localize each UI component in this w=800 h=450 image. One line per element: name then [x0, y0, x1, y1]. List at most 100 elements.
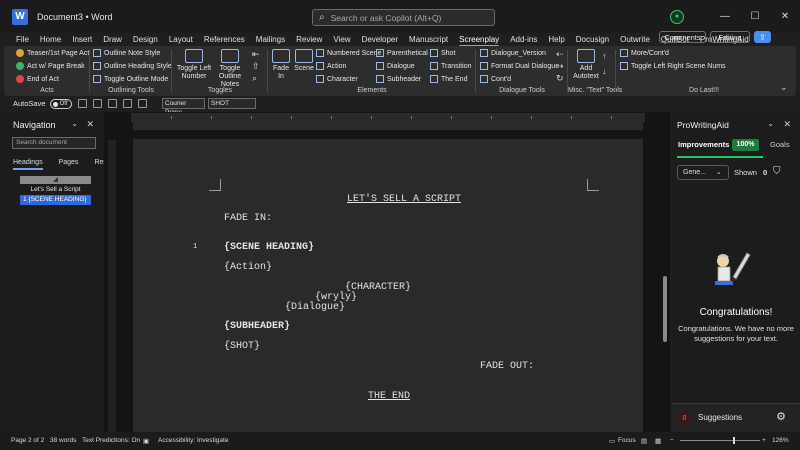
character-button[interactable]: Character — [316, 75, 358, 83]
vertical-ruler[interactable] — [108, 140, 116, 432]
tab-pages[interactable]: Pages — [59, 159, 79, 166]
tab-insert[interactable]: Insert — [72, 35, 92, 44]
outline-note-style-button[interactable]: Outline Note Style — [93, 49, 160, 57]
tab-improvements[interactable]: Improvements — [678, 140, 729, 149]
minimize-button[interactable]: — — [710, 11, 740, 22]
tab-file[interactable]: File — [16, 35, 29, 44]
tab-docusign[interactable]: Docusign — [576, 35, 609, 44]
navigation-search-input[interactable]: Search document — [12, 137, 96, 149]
add-autotext-button[interactable]: Add Autotext — [570, 49, 602, 81]
more-contd-button[interactable]: More/Cont'd — [620, 49, 669, 57]
collapse-headings-icon[interactable]: ◢ — [20, 176, 91, 184]
tab-add-ins[interactable]: Add-ins — [510, 35, 537, 44]
font-dropdown[interactable]: Courier Prime — [162, 98, 205, 116]
dialogue-version-button[interactable]: Dialogue_Version — [480, 49, 546, 57]
comments-button[interactable]: Comments — [659, 31, 706, 43]
tab-developer[interactable]: Developer — [362, 35, 398, 44]
act-page-break-button[interactable]: Act w/ Page Break — [16, 62, 85, 70]
close-icon[interactable]: ✕ — [86, 119, 94, 130]
share-icon[interactable]: ⇪ — [754, 31, 771, 43]
copilot-status-icon[interactable]: ● — [670, 9, 684, 24]
chevron-down-icon[interactable]: ⌄ — [71, 119, 78, 128]
tab-draw[interactable]: Draw — [103, 35, 122, 44]
tab-screenplay[interactable]: Screenplay — [459, 35, 500, 47]
arrow-down-icon[interactable]: ↓ — [602, 66, 607, 76]
copilot-search-box[interactable]: ⌕ Search or ask Copilot (Alt+Q) — [312, 9, 495, 26]
focus-button[interactable]: Focus — [618, 437, 636, 444]
transition-button[interactable]: Transition — [430, 62, 471, 70]
document-page[interactable]: LET'S SELL A SCRIPT FADE IN: 1 {SCENE HE… — [133, 139, 643, 432]
heading-item-selected[interactable]: 1 {SCENE HEADING} — [20, 195, 91, 205]
print-layout-icon[interactable]: ▦ — [655, 437, 661, 445]
outline-heading-style-button[interactable]: Outline Heading Style — [93, 62, 172, 70]
subheader-button[interactable]: Subheader — [376, 75, 421, 83]
toggle-outline-notes-button[interactable]: Toggle Outline Notes — [210, 49, 250, 89]
gear-icon[interactable]: ⚙ — [776, 410, 786, 423]
focus-icon[interactable]: ▭ — [609, 437, 615, 445]
arrow-up-icon[interactable]: ⇧ — [252, 61, 260, 72]
fade-in-button[interactable]: Fade In — [270, 49, 292, 81]
format-dual-dialogue-button[interactable]: Format Dual Dialogue — [480, 62, 559, 70]
tab-review[interactable]: Review — [296, 35, 322, 44]
tab-goals[interactable]: Goals — [770, 140, 790, 149]
tab-manuscript[interactable]: Manuscript — [409, 35, 448, 44]
close-button[interactable]: ✕ — [770, 11, 800, 22]
dialogue-button[interactable]: Dialogue — [376, 62, 415, 70]
tab-references[interactable]: References — [204, 35, 245, 44]
shot-button[interactable]: Shot — [430, 49, 455, 57]
style-dropdown[interactable]: SHOT — [208, 98, 256, 109]
maximize-button[interactable]: ☐ — [740, 11, 770, 22]
teaser-act-button[interactable]: Teaser/1st Page Act — [16, 49, 89, 57]
close-icon[interactable]: ✕ — [783, 119, 791, 130]
zoom-level[interactable]: 126% — [772, 437, 789, 444]
toggle-left-number-button[interactable]: Toggle Left Number — [174, 49, 214, 81]
save-icon[interactable] — [77, 99, 87, 108]
arrow-left-icon[interactable]: ⇠ — [556, 49, 564, 60]
paragraph-icon[interactable] — [137, 99, 147, 108]
zoom-out-icon[interactable]: − — [670, 437, 674, 444]
accessibility-status[interactable]: Accessibility: Investigate — [158, 437, 228, 444]
action-button[interactable]: Action — [316, 62, 346, 70]
scrollbar-thumb[interactable] — [663, 276, 667, 342]
editing-mode-button[interactable]: Editing — [710, 31, 750, 43]
arrow-right-icon[interactable]: ⇢ — [556, 61, 564, 72]
zoom-slider[interactable] — [680, 440, 760, 441]
chevron-down-icon[interactable]: ⌄ — [767, 119, 774, 128]
arrow-left-icon[interactable]: ⇤ — [252, 49, 260, 60]
format-painter-icon[interactable] — [122, 99, 132, 108]
category-filter-dropdown[interactable]: Gene... ⌄ — [677, 165, 729, 180]
toggle-scene-nums-button[interactable]: Toggle Left Right Scene Nums — [620, 62, 726, 70]
suggestions-bar[interactable]: 0 Suggestions ⚙ — [672, 403, 800, 432]
search-icon[interactable]: ⌕ — [252, 73, 257, 84]
page-count[interactable]: Page 2 of 2 — [11, 437, 44, 444]
zoom-slider-thumb[interactable] — [733, 437, 735, 444]
tab-home[interactable]: Home — [40, 35, 61, 44]
text-predictions-status[interactable]: Text Predictions: On — [82, 437, 140, 444]
heading-item[interactable]: Let's Sell a Script — [20, 186, 91, 193]
tab-layout[interactable]: Layout — [169, 35, 193, 44]
tab-help[interactable]: Help — [548, 35, 564, 44]
refresh-icon[interactable]: ↻ — [556, 73, 564, 84]
tab-view[interactable]: View — [333, 35, 350, 44]
chevron-down-icon[interactable]: ⌄ — [780, 82, 788, 93]
tab-mailings[interactable]: Mailings — [256, 35, 285, 44]
tab-design[interactable]: Design — [133, 35, 158, 44]
toggle-outline-mode-button[interactable]: Toggle Outline Mode — [93, 75, 168, 83]
the-end-button[interactable]: The End — [430, 75, 467, 83]
arrow-up-icon[interactable]: ↑ — [602, 51, 607, 61]
horizontal-ruler[interactable] — [131, 113, 645, 122]
tab-outwrite[interactable]: Outwrite — [620, 35, 650, 44]
end-of-act-button[interactable]: End of Act — [16, 75, 59, 83]
tab-headings[interactable]: Headings — [13, 159, 43, 170]
word-count[interactable]: 38 words — [50, 437, 76, 444]
redo-icon[interactable] — [107, 99, 117, 108]
zoom-in-icon[interactable]: + — [762, 437, 766, 444]
undo-icon[interactable] — [92, 99, 102, 108]
numbered-scene-button[interactable]: Numbered Scene — [316, 49, 381, 57]
autosave-toggle[interactable]: Off — [49, 98, 72, 109]
scene-button[interactable]: Scene — [292, 49, 316, 73]
filter-icon[interactable]: ⛉ — [773, 166, 781, 177]
read-mode-icon[interactable]: ▤ — [641, 437, 647, 445]
parenthetical-button[interactable]: Parenthetical — [376, 49, 428, 57]
vertical-scrollbar[interactable] — [660, 112, 670, 432]
